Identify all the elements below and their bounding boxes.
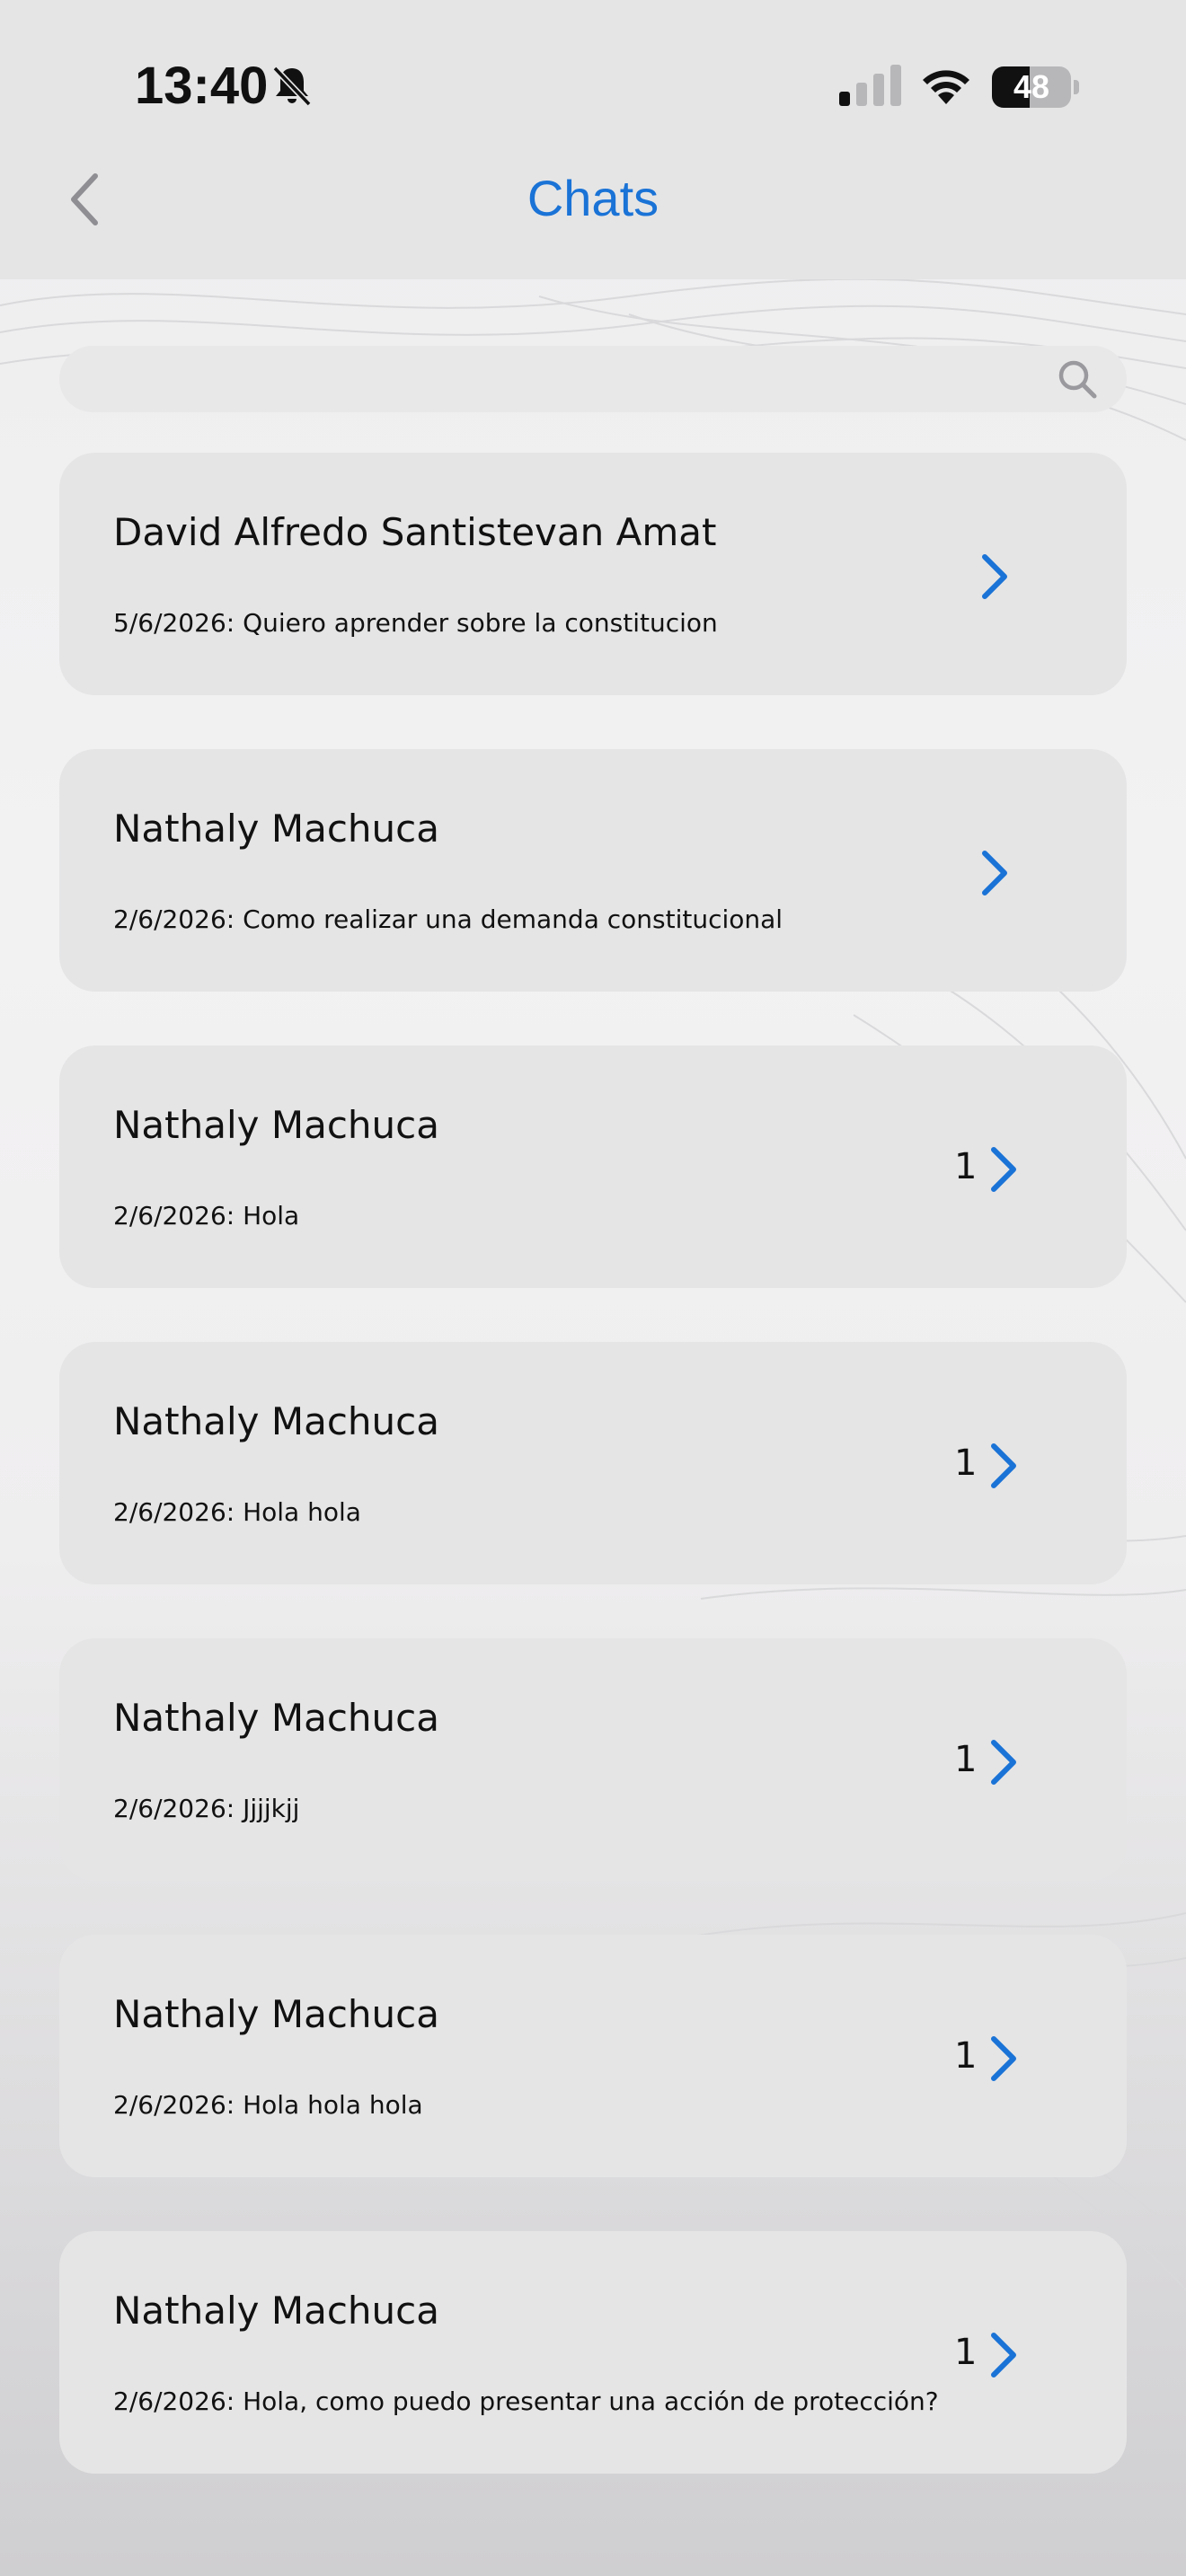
search-input[interactable] — [59, 346, 1127, 412]
chevron-right-icon[interactable] — [985, 1144, 1021, 1195]
chat-last-message: 2/6/2026: Hola, como puedo presentar una… — [113, 2386, 939, 2416]
cellular-signal-icon — [839, 65, 901, 106]
unread-count: 1 — [954, 2035, 978, 2077]
chat-last-message: 2/6/2026: Hola — [113, 1201, 300, 1231]
chat-list-item[interactable]: Nathaly Machuca 2/6/2026: Hola 1 — [59, 1045, 1127, 1288]
chat-last-message: 2/6/2026: Hola hola — [113, 1497, 361, 1527]
chat-list-item[interactable]: Nathaly Machuca 2/6/2026: Hola hola 1 — [59, 1342, 1127, 1584]
chat-last-message: 2/6/2026: Jjjjkjj — [113, 1794, 300, 1823]
wifi-icon — [923, 70, 969, 104]
chat-list-item[interactable]: Nathaly Machuca 2/6/2026: Jjjjkjj 1 — [59, 1638, 1127, 1881]
chevron-right-icon[interactable] — [976, 848, 1012, 898]
chat-contact-name: Nathaly Machuca — [113, 1696, 439, 1740]
chat-list-item[interactable]: Nathaly Machuca 2/6/2026: Hola, como pue… — [59, 2231, 1127, 2474]
chat-contact-name: David Alfredo Santistevan Amat — [113, 510, 717, 554]
chevron-right-icon[interactable] — [985, 2330, 1021, 2380]
chat-contact-name: Nathaly Machuca — [113, 2289, 439, 2333]
chat-contact-name: Nathaly Machuca — [113, 1992, 439, 2036]
unread-count: 1 — [954, 2332, 978, 2373]
unread-count: 1 — [954, 1146, 978, 1187]
chevron-right-icon[interactable] — [985, 2033, 1021, 2084]
chevron-right-icon[interactable] — [985, 1737, 1021, 1787]
chat-contact-name: Nathaly Machuca — [113, 807, 439, 851]
page-title: Chats — [527, 170, 659, 226]
battery-percentage: 48 — [1013, 68, 1050, 105]
chat-list: David Alfredo Santistevan Amat 5/6/2026:… — [59, 453, 1127, 2527]
chat-contact-name: Nathaly Machuca — [113, 1103, 439, 1147]
unread-count: 1 — [954, 1442, 978, 1484]
chevron-right-icon[interactable] — [985, 1441, 1021, 1491]
battery-indicator: 48 — [992, 66, 1082, 108]
search-icon[interactable] — [1055, 357, 1100, 401]
chevron-right-icon[interactable] — [976, 551, 1012, 602]
chat-contact-name: Nathaly Machuca — [113, 1399, 439, 1443]
chat-last-message: 2/6/2026: Como realizar una demanda cons… — [113, 904, 783, 934]
navigation-header: 13:40 48 Chats — [0, 0, 1186, 279]
chat-list-item[interactable]: David Alfredo Santistevan Amat 5/6/2026:… — [59, 453, 1127, 695]
bell-slash-icon — [272, 66, 312, 107]
unread-count: 1 — [954, 1739, 978, 1780]
chat-last-message: 2/6/2026: Hola hola hola — [113, 2090, 423, 2120]
chat-last-message: 5/6/2026: Quiero aprender sobre la const… — [113, 608, 718, 638]
status-time: 13:40 — [135, 57, 269, 115]
chat-list-item[interactable]: Nathaly Machuca 2/6/2026: Como realizar … — [59, 749, 1127, 992]
chat-list-item[interactable]: Nathaly Machuca 2/6/2026: Hola hola hola… — [59, 1935, 1127, 2177]
